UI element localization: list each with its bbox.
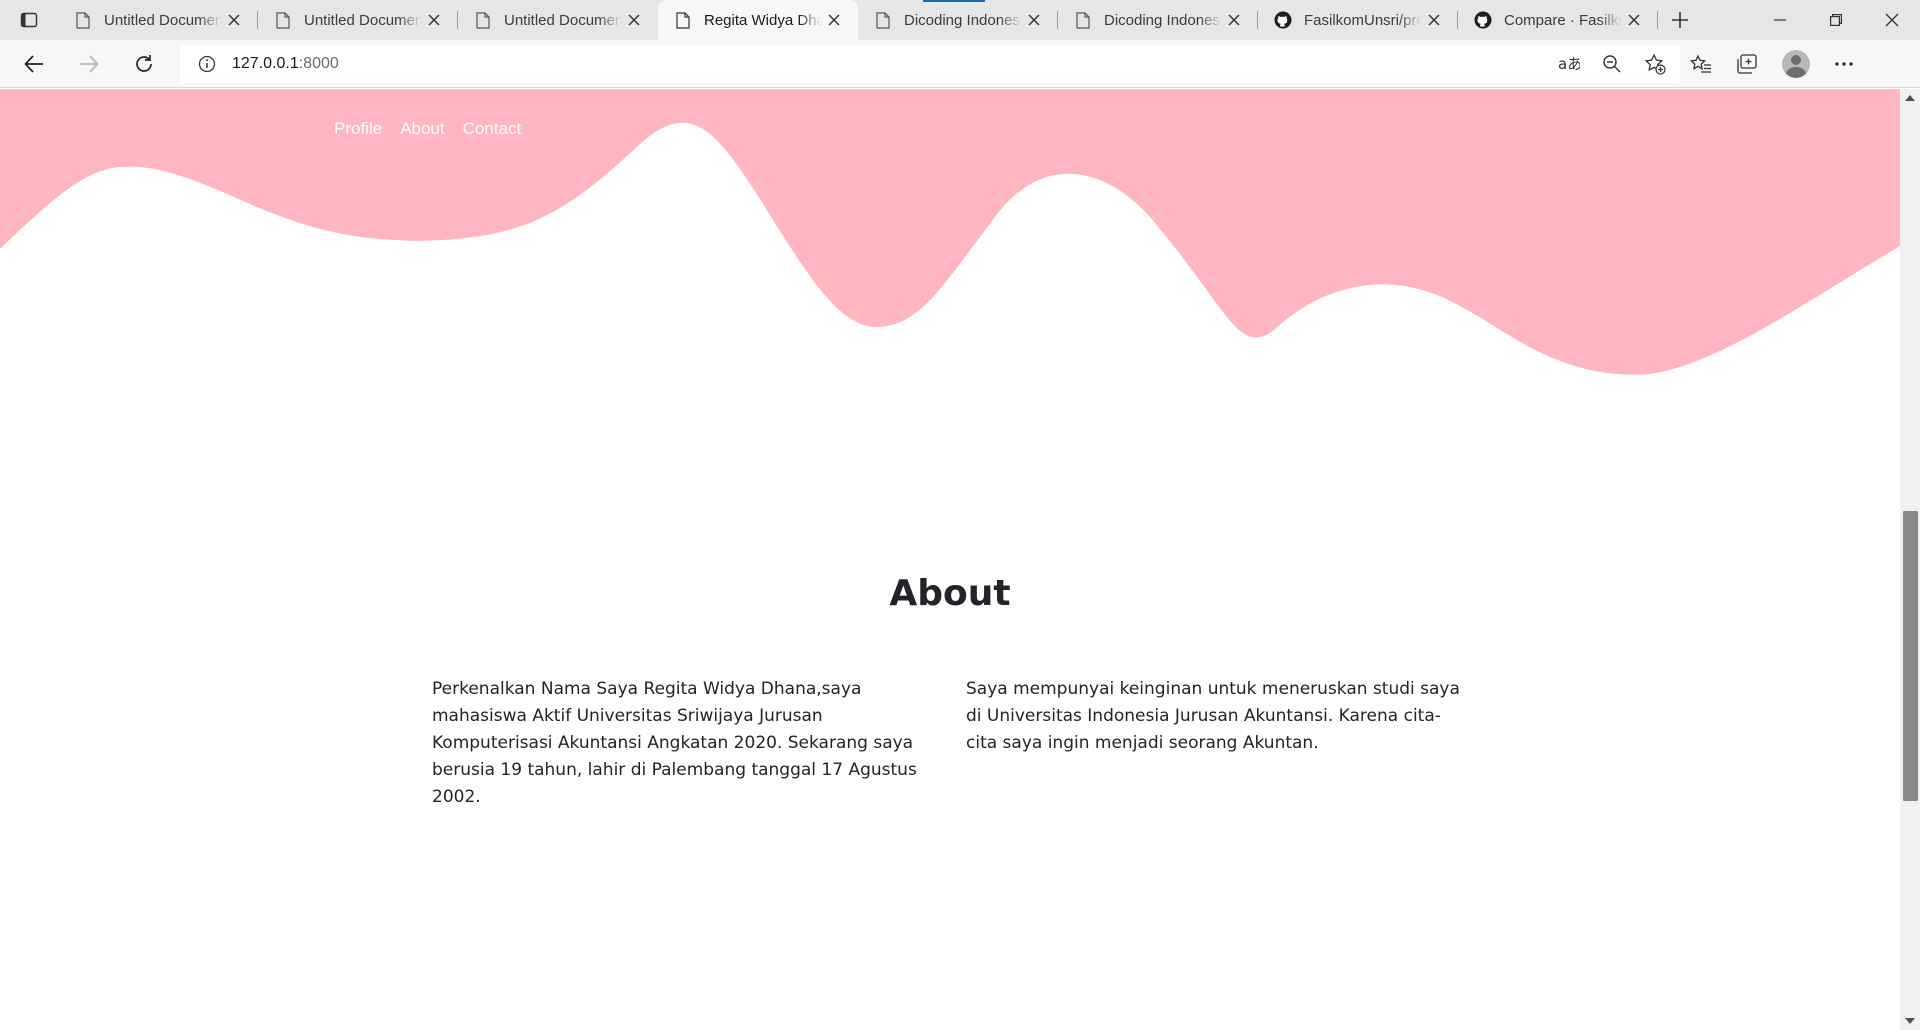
- translate-icon[interactable]: aあ: [1558, 55, 1580, 73]
- browser-tab[interactable]: Dicoding Indonesia: [858, 0, 1058, 40]
- browser-tab[interactable]: FasilkomUnsri/pro: [1258, 0, 1458, 40]
- loading-indicator: [923, 0, 985, 2]
- tab-title: Dicoding Indonesia: [904, 11, 1022, 29]
- url-host: 127.0.0.1: [232, 55, 299, 72]
- forward-button[interactable]: [67, 46, 111, 82]
- wave-shape: [0, 89, 1900, 375]
- browser-toolbar: 127.0.0.1:8000 aあ: [0, 40, 1920, 88]
- wave-header: [0, 89, 1900, 375]
- profile-avatar[interactable]: [1782, 50, 1810, 78]
- about-text-right: Saya mempunyai keinginan untuk meneruska…: [966, 679, 1460, 753]
- triangle-down-icon: [1905, 1018, 1915, 1024]
- scrollbar-thumb[interactable]: [1903, 511, 1918, 801]
- page-icon: [1074, 11, 1092, 29]
- minimize-button[interactable]: [1752, 0, 1808, 40]
- tab-actions-icon: [20, 12, 38, 28]
- refresh-icon: [136, 54, 152, 72]
- top-navigation: Profile About Contact: [334, 119, 521, 139]
- info-icon[interactable]: [198, 55, 216, 73]
- collections-icon[interactable]: [1736, 53, 1758, 75]
- close-icon[interactable]: [222, 8, 246, 32]
- restore-button[interactable]: [1808, 0, 1864, 40]
- tab-title: Dicoding Indonesia: [1104, 11, 1222, 29]
- github-icon: [1474, 11, 1492, 29]
- favorites-icon[interactable]: [1690, 54, 1712, 74]
- github-icon: [1274, 11, 1292, 29]
- new-tab-button[interactable]: [1658, 0, 1702, 40]
- url-port: :8000: [298, 55, 339, 72]
- vertical-scrollbar[interactable]: [1900, 89, 1920, 1030]
- scroll-down-arrow[interactable]: [1900, 1012, 1920, 1030]
- plus-icon: [1672, 12, 1688, 28]
- page-icon: [874, 11, 892, 29]
- triangle-up-icon: [1905, 95, 1915, 101]
- address-bar[interactable]: 127.0.0.1:8000 aあ: [180, 45, 1680, 83]
- page-icon: [474, 11, 492, 29]
- tab-actions-button[interactable]: [0, 0, 58, 40]
- add-favorite-icon[interactable]: [1644, 53, 1666, 75]
- page-viewport: Profile About Contact About Perkenalkan …: [0, 89, 1900, 1030]
- close-icon[interactable]: [822, 8, 846, 32]
- about-text-left: Perkenalkan Nama Saya Regita Widya Dhana…: [432, 679, 917, 807]
- tab-title: Untitled Document: [304, 11, 422, 29]
- tab-title: Untitled Document: [504, 11, 622, 29]
- close-icon[interactable]: [1422, 8, 1446, 32]
- tab-strip: Untitled Document Untitled Document Unti…: [0, 0, 1920, 40]
- browser-tab-active[interactable]: Regita Widya Dhana: [658, 0, 858, 40]
- browser-tab[interactable]: Untitled Document: [258, 0, 458, 40]
- scroll-up-arrow[interactable]: [1900, 89, 1920, 107]
- svg-text:aあ: aあ: [1558, 55, 1580, 73]
- close-icon[interactable]: [422, 8, 446, 32]
- tab-title: Compare · FasilkomUnsri: [1504, 11, 1622, 29]
- browser-tab[interactable]: Untitled Document: [58, 0, 258, 40]
- forward-arrow-icon: [80, 54, 99, 73]
- toolbar-actions: [1690, 40, 1854, 88]
- page-icon: [674, 11, 692, 29]
- tab-title: FasilkomUnsri/pro: [1304, 11, 1422, 29]
- nav-link-profile[interactable]: Profile: [334, 119, 382, 139]
- browser-tab[interactable]: Untitled Document: [458, 0, 658, 40]
- minimize-icon: [1774, 19, 1786, 21]
- back-button[interactable]: [12, 46, 56, 82]
- page-icon: [74, 11, 92, 29]
- browser-tab[interactable]: Dicoding Indonesia: [1058, 0, 1258, 40]
- tab-title: Regita Widya Dhana: [704, 11, 822, 29]
- tab-title: Untitled Document: [104, 11, 222, 29]
- window-controls: [1752, 0, 1920, 40]
- nav-link-about[interactable]: About: [400, 119, 444, 139]
- back-arrow-icon: [24, 54, 43, 73]
- more-options-icon[interactable]: [1834, 61, 1854, 67]
- close-icon[interactable]: [1022, 8, 1046, 32]
- nav-link-contact[interactable]: Contact: [463, 119, 522, 139]
- zoom-out-icon[interactable]: [1602, 54, 1622, 74]
- close-icon[interactable]: [622, 8, 646, 32]
- about-heading: About: [889, 573, 1011, 614]
- url-text: 127.0.0.1:8000: [232, 55, 339, 73]
- close-window-button[interactable]: [1864, 0, 1920, 40]
- restore-icon: [1830, 14, 1842, 26]
- page-icon: [274, 11, 292, 29]
- close-icon[interactable]: [1622, 8, 1646, 32]
- close-icon[interactable]: [1222, 8, 1246, 32]
- refresh-button[interactable]: [122, 46, 166, 82]
- close-icon: [1885, 13, 1899, 27]
- browser-tab[interactable]: Compare · FasilkomUnsri: [1458, 0, 1658, 40]
